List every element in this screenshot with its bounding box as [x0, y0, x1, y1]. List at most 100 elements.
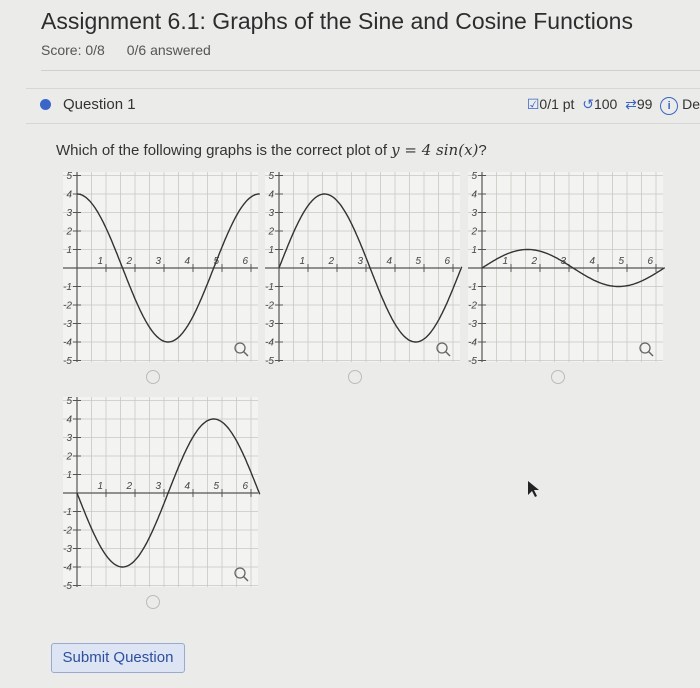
points-text: 0/1 pt: [539, 96, 575, 112]
x-tick-label: 2: [125, 481, 132, 492]
graph-option-a[interactable]: 5 4 3 2 1 -1 -2 -3 -4 -5 1 2 3 4 5 6: [63, 171, 260, 367]
graph-option-b[interactable]: 5 4 3 2 1 -1 -2 -3 -4 -5 1 2 3 4 5 6: [265, 171, 463, 367]
y-tick-label: -5: [265, 356, 274, 367]
graph-c-svg: 54321-1-2-3-4-51 2 3 4 5 6: [468, 171, 666, 367]
y-tick-label: 4: [471, 190, 477, 201]
attempts-icon: ⇄: [625, 96, 637, 112]
x-tick-label: 1: [97, 256, 103, 267]
y-tick-label: 3: [471, 208, 477, 219]
x-tick-label: 2: [327, 256, 334, 267]
y-tick-label: -3: [63, 544, 72, 555]
x-tick-label: 6: [444, 256, 450, 267]
graph-option-d[interactable]: 5 4 3 2 1 -1 -2 -3 -4 -5 1 2 3 4 5 6: [63, 396, 261, 592]
graph-background: [63, 172, 258, 362]
checkbox-icon: ☑: [526, 96, 540, 112]
x-tick-label: 6: [242, 481, 248, 492]
y-tick-label: -3: [468, 319, 477, 330]
x-tick-label: 4: [589, 256, 595, 267]
y-tick-label: 4: [66, 190, 72, 201]
graph-b-svg: 5 4 3 2 1 -1 -2 -3 -4 -5 1 2 3 4 5 6: [265, 171, 463, 367]
x-tick-label: 2: [125, 256, 132, 267]
y-tick-label: 3: [268, 208, 274, 219]
y-tick-label: -2: [63, 301, 72, 312]
graph-background: [468, 172, 663, 362]
question-suffix: ?: [478, 142, 487, 159]
page-title: Assignment 6.1: Graphs of the Sine and C…: [41, 8, 633, 34]
question-text: Which of the following graphs is the cor…: [56, 141, 487, 159]
radio-option-b[interactable]: [348, 370, 362, 384]
y-tick-label: 1: [66, 245, 72, 256]
y-tick-label: -5: [63, 356, 72, 367]
submit-button[interactable]: Submit Question: [51, 643, 185, 673]
y-tick-label: 5: [66, 396, 72, 407]
y-tick-label: -3: [63, 319, 72, 330]
mouse-cursor: [527, 480, 541, 503]
y-tick-label: -2: [265, 301, 274, 312]
info-icon[interactable]: i: [660, 97, 679, 115]
divider: [41, 70, 700, 71]
x-tick-label: 3: [155, 481, 161, 492]
y-tick-label: 4: [268, 190, 274, 201]
y-tick-label: 3: [66, 208, 72, 219]
y-tick-label: -1: [63, 282, 72, 293]
y-tick-label: -4: [63, 338, 72, 349]
y-tick-label: -5: [63, 581, 72, 592]
graph-d-svg: 5 4 3 2 1 -1 -2 -3 -4 -5 1 2 3 4 5 6: [63, 396, 261, 592]
y-tick-label: -2: [468, 301, 477, 312]
x-tick-label: 2: [530, 256, 537, 267]
y-tick-label: -4: [63, 563, 72, 574]
y-tick-label: -1: [265, 282, 274, 293]
question-math: y = 4 sin(x): [391, 141, 479, 159]
y-tick-label: -2: [63, 526, 72, 537]
graph-background: [265, 172, 460, 362]
x-tick-label: 1: [97, 481, 103, 492]
y-tick-label: 5: [268, 171, 274, 182]
radio-option-d[interactable]: [146, 595, 160, 609]
y-tick-label: 5: [66, 171, 72, 182]
y-tick-label: -4: [265, 338, 274, 349]
y-tick-label: 2: [470, 227, 477, 238]
score-row: Score: 0/8 0/6 answered: [41, 42, 211, 58]
x-tick-label: 4: [386, 256, 392, 267]
y-tick-label: 3: [66, 433, 72, 444]
y-tick-label: 2: [65, 452, 72, 463]
graph-background: [63, 397, 258, 587]
y-tick-label: -5: [468, 356, 477, 367]
y-tick-label: 1: [471, 245, 477, 256]
x-tick-label: 6: [647, 256, 653, 267]
y-tick-label: -1: [63, 507, 72, 518]
y-tick-label: -3: [265, 319, 274, 330]
question-meta: ☑0/1 pt ↺100 ⇄99 i De: [527, 96, 700, 115]
y-tick-label: 4: [66, 415, 72, 426]
y-tick-label: 1: [268, 245, 274, 256]
graph-option-c[interactable]: 5 4 3 2 1 -1 -2 -3 -4 -5 1 2 3 4 5 6: [468, 171, 666, 367]
x-tick-label: 4: [184, 481, 190, 492]
y-tick-label: 2: [267, 227, 274, 238]
question-label[interactable]: Question 1: [63, 96, 136, 113]
x-tick-label: 3: [357, 256, 363, 267]
x-tick-label: 4: [184, 256, 190, 267]
y-tick-label: 2: [65, 227, 72, 238]
x-tick-label: 6: [242, 256, 248, 267]
answered-text: 0/6 answered: [126, 42, 211, 58]
question-prefix: Which of the following graphs is the cor…: [56, 142, 392, 159]
x-tick-label: 5: [415, 256, 421, 267]
retries-text: 100: [593, 96, 618, 112]
x-tick-label: 5: [213, 481, 219, 492]
y-tick-label: -4: [468, 338, 477, 349]
y-tick-label: 5: [471, 171, 477, 182]
graph-a-svg: 54321-1-2-3-4-51 2 3 4 5 6: [63, 171, 260, 367]
x-tick-label: 1: [299, 256, 305, 267]
retry-icon: ↺: [582, 96, 594, 112]
radio-option-a[interactable]: [146, 370, 160, 384]
x-tick-label: 3: [155, 256, 161, 267]
x-tick-label: 5: [618, 256, 624, 267]
question-bar: Question 1 ☑0/1 pt ↺100 ⇄99 i De: [26, 88, 700, 124]
radio-option-c[interactable]: [551, 370, 565, 384]
x-tick-label: 1: [502, 256, 508, 267]
question-status-dot: [40, 99, 51, 110]
y-tick-label: -1: [468, 282, 477, 293]
attempts-text: 99: [636, 96, 653, 112]
details-link[interactable]: De: [682, 96, 700, 112]
score-text: Score: 0/8: [41, 42, 105, 58]
